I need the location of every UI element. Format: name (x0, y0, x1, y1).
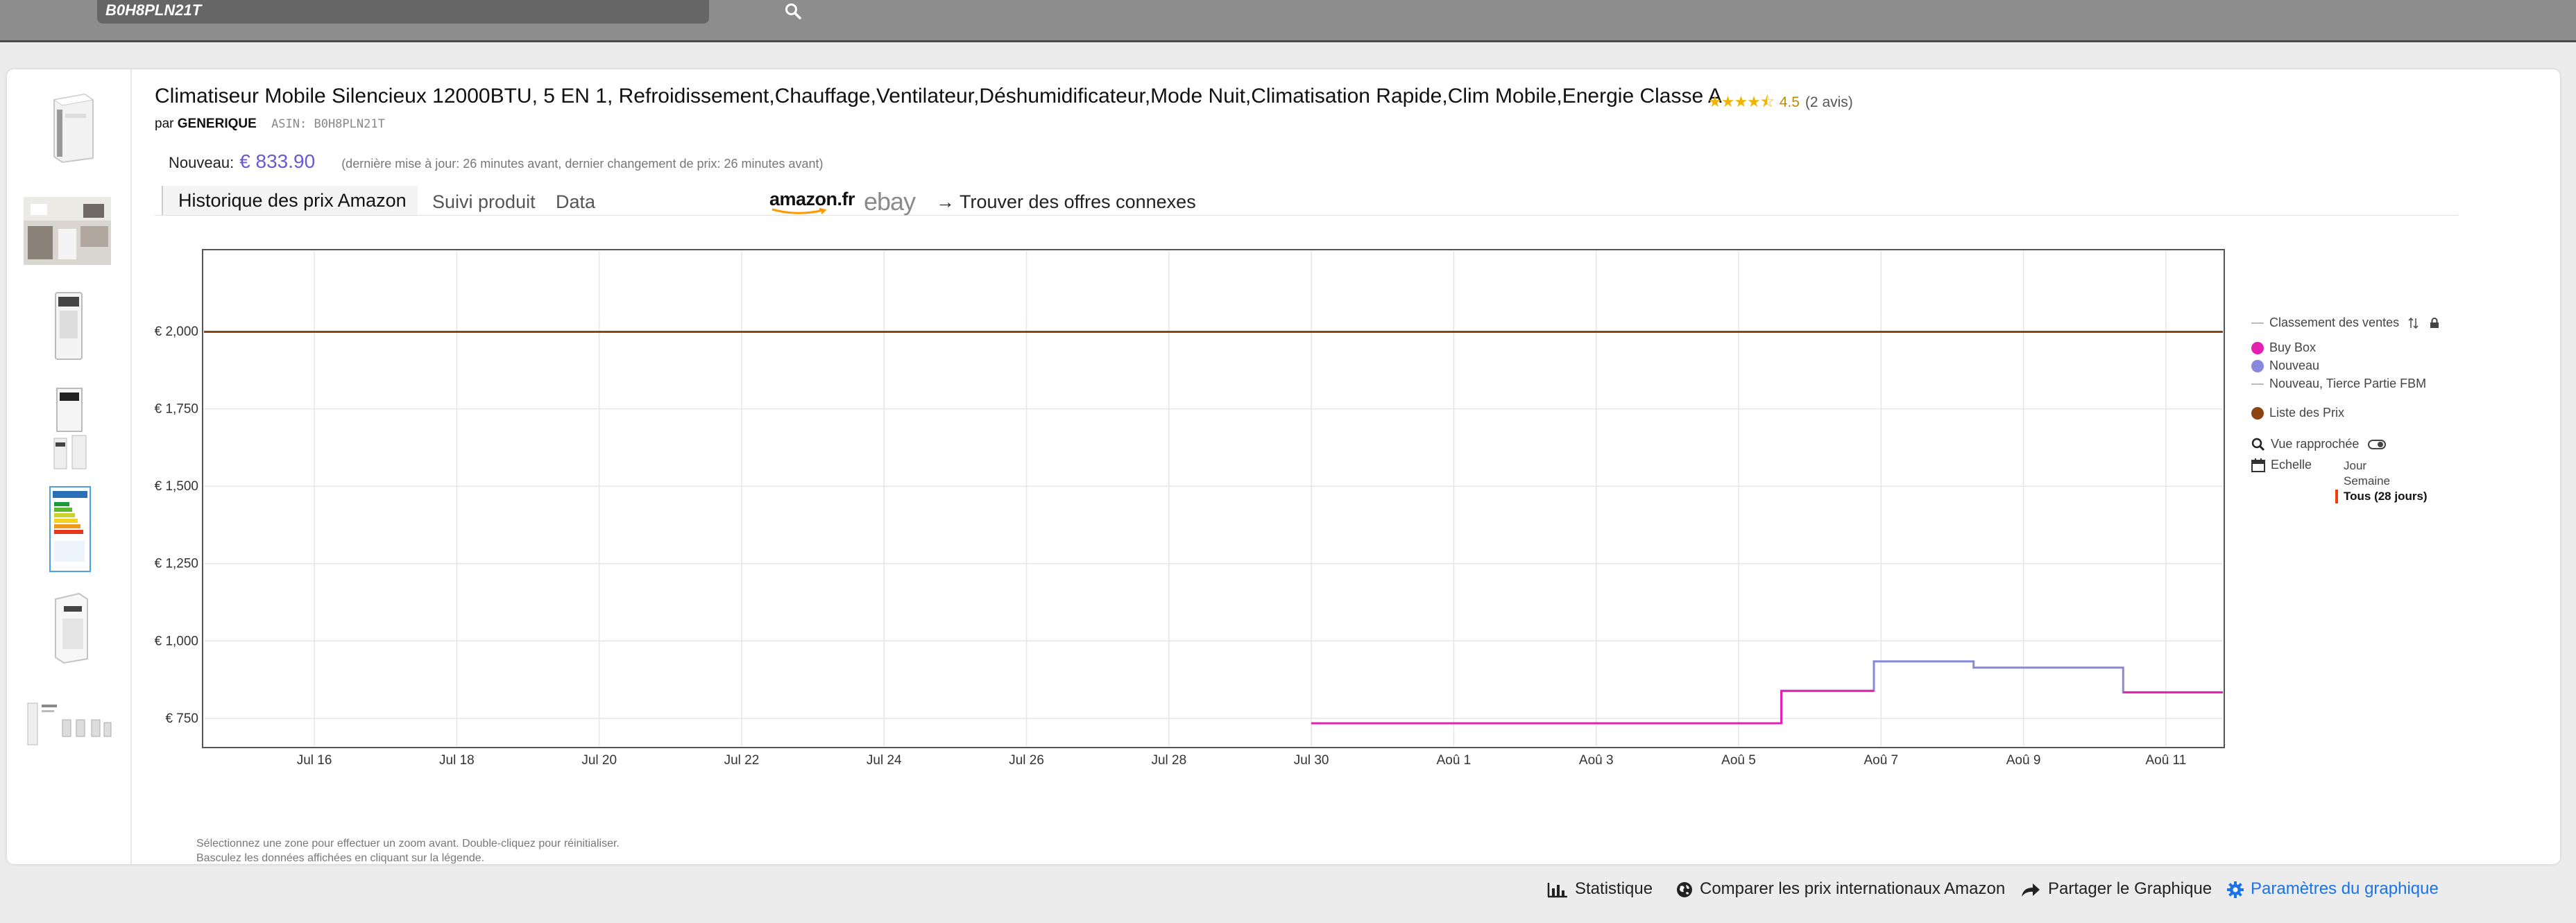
x-tick-label: Jul 18 (439, 753, 475, 768)
zoom-toggle[interactable]: Vue rapprochée (2251, 437, 2387, 451)
y-tick-label: € 1,250 (155, 557, 198, 571)
share-chart-button[interactable]: Partager le Graphique (2020, 879, 2212, 899)
y-axis: € 750 € 1,000 € 1,250 € 1,500 € 1,750 € 2,000 (155, 325, 198, 726)
sales-rank-line-icon (2251, 322, 2264, 325)
x-tick-label: Aoû 3 (1579, 753, 1614, 768)
y-tick-label: € 1,750 (155, 402, 198, 417)
compare-international-button[interactable]: Comparer les prix internationaux Amazon (1676, 879, 2005, 899)
search-input[interactable] (105, 0, 674, 21)
magnifier-icon (2251, 438, 2265, 451)
legend-buy-box-label: Buy Box (2269, 340, 2317, 354)
product-card: Climatiseur Mobile Silencieux 12000BTU, … (7, 69, 2560, 898)
x-tick-label: Jul 26 (1009, 753, 1044, 768)
share-label: Partager le Graphique (2048, 879, 2212, 898)
price-history-chart[interactable]: € 750 € 1,000 € 1,250 € 1,500 € 1,750 € 2,000… (7, 69, 2560, 864)
zoom-label: Vue rapprochée (2271, 437, 2360, 451)
y-tick-label: € 2,000 (155, 325, 198, 339)
x-tick-label: Jul 28 (1151, 753, 1186, 768)
list-price-dot-icon (2251, 407, 2264, 420)
x-tick-label: Jul 24 (867, 753, 902, 768)
x-tick-label: Aoû 5 (1721, 753, 1756, 768)
statistics-button[interactable]: Statistique (1547, 879, 1653, 899)
legend-new[interactable]: Nouveau (2251, 359, 2319, 373)
legend-list-price[interactable]: Liste des Prix (2251, 406, 2344, 420)
x-tick-label: Aoû 7 (1863, 753, 1898, 768)
y-tick-label: € 750 (165, 711, 198, 726)
x-axis: Jul 16 Jul 18 Jul 20 Jul 22 Jul 24 Jul 26 Jul … (297, 753, 2187, 768)
scale-option-week[interactable]: Semaine (2344, 474, 2390, 488)
new-fbm-line-icon (2251, 383, 2264, 386)
lock-icon (2430, 318, 2439, 329)
globe-icon (1677, 881, 1692, 897)
x-tick-label: Aoû 11 (2145, 753, 2186, 768)
top-bar (0, 0, 2576, 42)
gear-icon (2227, 881, 2244, 898)
statistics-label: Statistique (1575, 879, 1653, 898)
legend-new-fbm[interactable]: Nouveau, Tierce Partie FBM (2251, 377, 2426, 391)
x-tick-label: Jul 16 (297, 753, 332, 768)
legend-list-price-label: Liste des Prix (2269, 406, 2345, 420)
new-dot-icon (2251, 360, 2264, 373)
toggle-icon[interactable] (2368, 439, 2387, 450)
bar-chart-icon (1547, 882, 1567, 897)
scale-option-day[interactable]: Jour (2344, 459, 2366, 473)
chart-settings-button[interactable]: Paramètres du graphique (2227, 879, 2439, 899)
scale-option-all[interactable]: Tous (28 jours) (2335, 490, 2428, 503)
share-arrow-icon (2022, 883, 2040, 897)
legend-sales-rank[interactable]: Classement des ventes (2251, 316, 2439, 330)
search-box (97, 0, 801, 24)
y-tick-label: € 1,500 (155, 479, 198, 494)
chart-hint-line-1: Sélectionnez une zone pour effectuer un … (196, 838, 620, 849)
legend-new-fbm-label: Nouveau, Tierce Partie FBM (2269, 377, 2427, 390)
sort-icon[interactable] (2408, 317, 2419, 329)
legend-buy-box[interactable]: Buy Box (2251, 340, 2316, 355)
compare-label: Comparer les prix internationaux Amazon (1700, 879, 2006, 898)
chart-hint: Sélectionnez une zone pour effectuer un … (196, 836, 620, 865)
x-tick-label: Jul 22 (724, 753, 760, 768)
legend-new-label: Nouveau (2269, 359, 2320, 372)
scale-label-row: Echelle (2251, 458, 2312, 473)
x-tick-label: Jul 30 (1294, 753, 1329, 768)
search-icon[interactable] (784, 2, 802, 20)
chart-hint-line-2: Basculez les données affichées en cliqua… (196, 852, 485, 864)
y-tick-label: € 1,000 (155, 634, 198, 648)
scale-label: Echelle (2271, 458, 2312, 472)
buy-box-dot-icon (2251, 342, 2264, 355)
calendar-icon (2251, 458, 2265, 473)
x-tick-label: Aoû 9 (2006, 753, 2041, 768)
x-tick-label: Jul 20 (581, 753, 617, 768)
x-tick-label: Aoû 1 (1437, 753, 1472, 768)
legend-sales-rank-label: Classement des ventes (2269, 316, 2400, 329)
settings-label: Paramètres du graphique (2251, 879, 2439, 898)
chart-plot-area[interactable] (202, 249, 2225, 748)
